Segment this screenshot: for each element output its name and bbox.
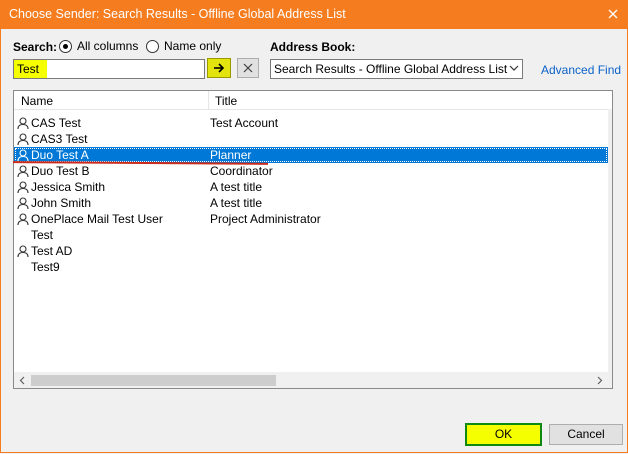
row-name: Test9 xyxy=(31,260,60,274)
close-button[interactable] xyxy=(598,0,628,29)
row-name: CAS3 Test xyxy=(31,132,88,146)
chevron-down-icon xyxy=(509,65,519,71)
cancel-button[interactable]: Cancel xyxy=(549,424,623,445)
arrow-right-icon xyxy=(214,63,225,73)
user-icon xyxy=(17,213,29,226)
table-row[interactable]: Test AD xyxy=(14,243,608,259)
user-icon xyxy=(17,165,29,178)
scroll-left-icon[interactable] xyxy=(14,372,31,389)
vertical-scrollbar[interactable] xyxy=(608,109,613,372)
title-bar: Choose Sender: Search Results - Offline … xyxy=(0,0,628,29)
table-row[interactable]: CAS3 Test xyxy=(14,131,608,147)
scrollbar-corner xyxy=(608,372,612,388)
scroll-down-icon[interactable] xyxy=(608,355,613,372)
row-name: Test xyxy=(31,228,54,242)
address-book-label: Address Book: xyxy=(270,40,356,54)
clear-icon xyxy=(243,63,253,73)
table-row[interactable]: John Smith A test title xyxy=(14,195,608,211)
table-row[interactable]: Test9 xyxy=(14,259,608,275)
search-input[interactable]: Test xyxy=(13,59,205,79)
search-go-button[interactable] xyxy=(207,58,231,78)
results-list[interactable]: Name Title CAS Test Test Account CAS3 Test… xyxy=(13,90,613,389)
table-row[interactable]: OnePlace Mail Test User Project Administr… xyxy=(14,211,608,227)
window-title: Choose Sender: Search Results - Offline … xyxy=(9,7,346,21)
row-name: Duo Test A xyxy=(31,148,89,162)
advanced-find-link[interactable]: Advanced Find xyxy=(541,63,621,77)
table-row-selected[interactable]: Duo Test A Planner xyxy=(14,147,608,163)
row-title: A test title xyxy=(210,196,263,210)
radio-name-only[interactable]: Name only xyxy=(146,39,221,53)
table-row[interactable]: CAS Test Test Account xyxy=(14,115,608,131)
row-title: A test title xyxy=(210,180,263,194)
user-icon xyxy=(17,181,29,194)
horizontal-scroll-thumb[interactable] xyxy=(31,375,276,386)
row-name: Jessica Smith xyxy=(31,180,106,194)
clear-search-button[interactable] xyxy=(237,58,259,78)
row-name: CAS Test xyxy=(31,116,81,130)
column-header-title[interactable]: Title xyxy=(215,94,237,108)
close-icon xyxy=(608,9,618,19)
user-icon xyxy=(17,117,29,130)
user-icon xyxy=(17,149,29,162)
user-icon xyxy=(17,133,29,146)
search-label: Search: xyxy=(13,40,58,54)
row-title: Project Administrator xyxy=(210,212,321,226)
ok-button[interactable]: OK xyxy=(465,423,542,446)
search-input-value: Test xyxy=(17,62,40,76)
radio-all-columns-indicator[interactable] xyxy=(59,39,72,53)
row-title: Test Account xyxy=(210,116,279,130)
address-book-select[interactable]: Search Results - Offline Global Address … xyxy=(270,59,523,79)
row-name: John Smith xyxy=(31,196,92,210)
user-icon xyxy=(17,197,29,210)
radio-name-only-indicator[interactable] xyxy=(146,39,159,53)
row-name: Test AD xyxy=(31,244,73,258)
horizontal-scrollbar[interactable] xyxy=(14,372,608,389)
radio-all-columns-label: All columns xyxy=(77,39,139,53)
address-book-value: Search Results - Offline Global Address … xyxy=(274,62,508,76)
row-title: Coordinator xyxy=(210,164,273,178)
column-header-name[interactable]: Name xyxy=(21,94,53,108)
table-row[interactable]: Jessica Smith A test title xyxy=(14,179,608,195)
scroll-up-icon[interactable] xyxy=(608,109,613,126)
list-header: Name Title xyxy=(14,91,612,110)
row-name: Duo Test B xyxy=(31,164,90,178)
column-divider[interactable] xyxy=(208,91,209,109)
table-row[interactable]: Duo Test B Coordinator xyxy=(14,163,608,179)
row-name: OnePlace Mail Test User xyxy=(31,212,163,226)
table-row[interactable]: Test xyxy=(14,227,608,243)
user-icon xyxy=(17,245,29,258)
scroll-right-icon[interactable] xyxy=(591,372,608,389)
radio-all-columns[interactable]: All columns xyxy=(59,39,138,53)
radio-name-only-label: Name only xyxy=(164,39,222,53)
row-title: Planner xyxy=(210,148,252,162)
